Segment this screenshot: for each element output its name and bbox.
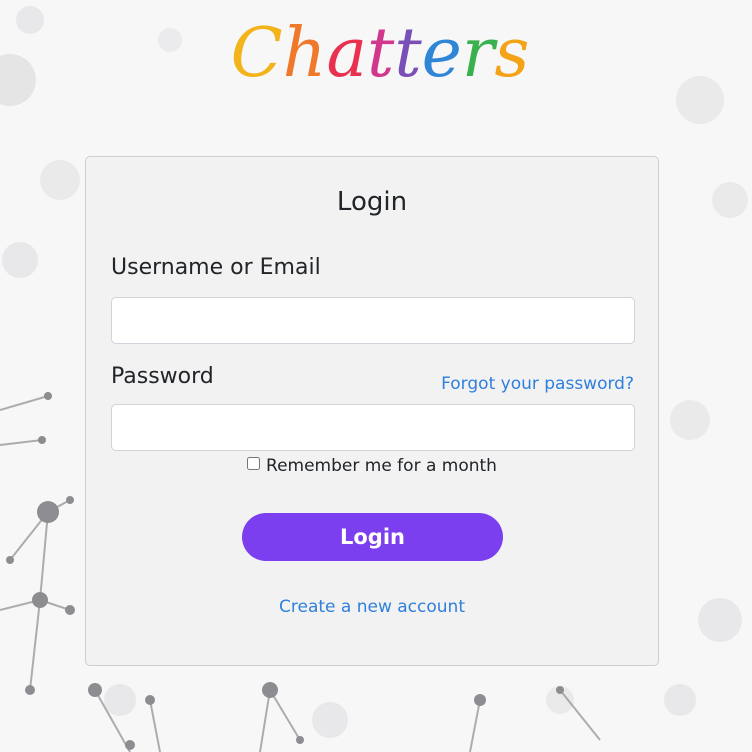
create-account-link[interactable]: Create a new account	[86, 597, 658, 617]
forgot-password-link[interactable]: Forgot your password?	[441, 374, 634, 394]
svg-text:Chatters: Chatters	[231, 14, 530, 88]
login-button[interactable]: Login	[242, 513, 503, 561]
logo-letter: C	[231, 14, 283, 88]
password-label: Password	[111, 364, 214, 389]
chatters-logo: Chatters	[231, 14, 530, 88]
login-card: Login Username or Email Password Forgot …	[85, 156, 659, 666]
logo-letter: h	[283, 14, 327, 88]
logo-letter: e	[422, 14, 462, 88]
logo-letter: r	[462, 14, 498, 88]
logo-letter: a	[326, 14, 367, 88]
logo-letter: s	[494, 14, 529, 88]
username-label: Username or Email	[111, 255, 321, 280]
username-input[interactable]	[111, 297, 635, 344]
remember-me-row: Remember me for a month	[86, 456, 658, 476]
card-title: Login	[336, 187, 408, 217]
password-input[interactable]	[111, 404, 635, 451]
logo-letter: t	[367, 14, 395, 88]
logo-letter: t	[394, 14, 422, 88]
remember-me-checkbox[interactable]	[247, 457, 261, 470]
remember-me-label[interactable]: Remember me for a month	[266, 456, 497, 476]
